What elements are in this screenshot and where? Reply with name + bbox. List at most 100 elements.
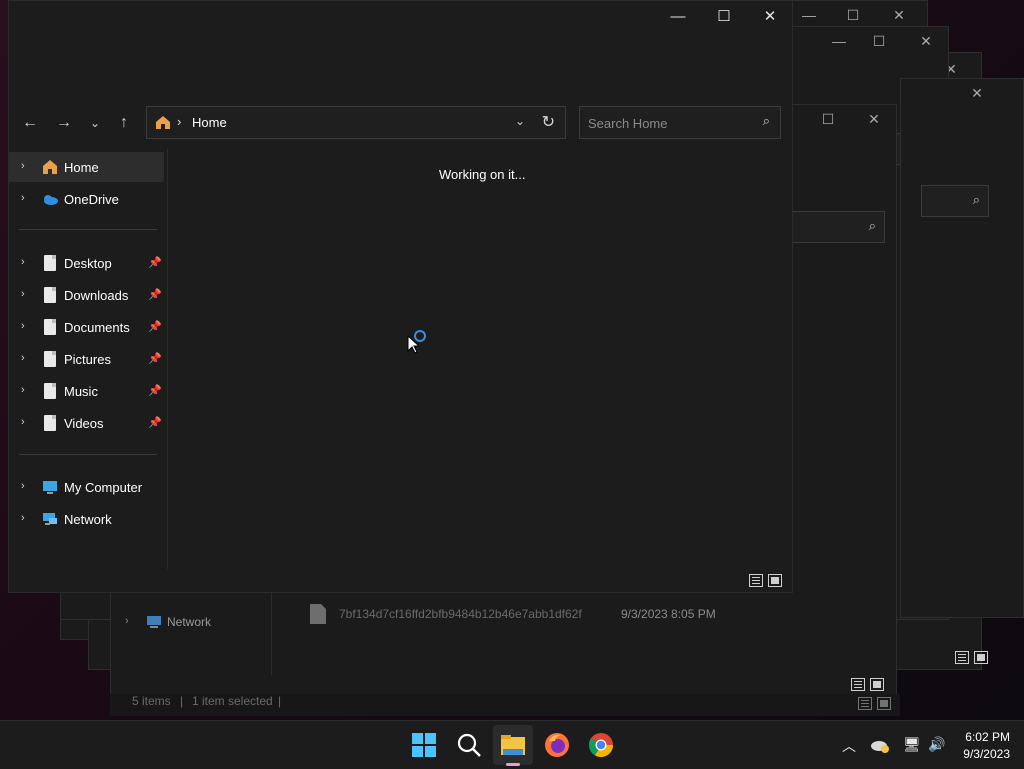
sidebar-item-videos[interactable]: › Videos 📌 xyxy=(9,408,164,438)
close-icon[interactable]: ✕ xyxy=(916,33,936,50)
chevron-right-icon[interactable]: › xyxy=(21,384,25,396)
tiles-view-icon[interactable] xyxy=(974,651,988,664)
maximize-icon[interactable]: ☐ xyxy=(843,7,863,24)
chevron-right-icon[interactable]: › xyxy=(21,192,25,204)
search-icon[interactable] xyxy=(455,731,483,759)
sidebar-item-label: Network xyxy=(64,512,112,527)
sidebar-item-network[interactable]: › Network xyxy=(9,504,164,534)
volume-icon[interactable]: 🔊 xyxy=(928,736,945,753)
onedrive-warning-icon[interactable] xyxy=(870,737,890,753)
sidebar-item-onedrive[interactable]: › OneDrive xyxy=(9,184,164,214)
close-icon[interactable]: ✕ xyxy=(967,85,987,102)
sidebar-divider xyxy=(19,229,157,230)
chevron-right-icon[interactable]: › xyxy=(21,480,25,492)
network-icon xyxy=(147,616,161,628)
taskbar: ︿ 🖥 🔊 6:02 PM 9/3/2023 xyxy=(0,720,1024,769)
tiles-view-icon[interactable] xyxy=(870,678,884,691)
view-buttons xyxy=(851,678,884,691)
background-window-1b: ✕ ⌕ xyxy=(900,78,1024,618)
chevron-right-icon[interactable]: › xyxy=(125,615,129,627)
pin-icon[interactable]: 📌 xyxy=(148,384,162,397)
chevron-right-icon[interactable]: › xyxy=(21,352,25,364)
pin-icon[interactable]: 📌 xyxy=(148,256,162,269)
tiles-view-icon[interactable] xyxy=(877,697,891,710)
network-label[interactable]: Network xyxy=(167,615,211,629)
chrome-icon[interactable] xyxy=(587,731,615,759)
pin-icon[interactable]: 📌 xyxy=(148,352,162,365)
chevron-right-icon[interactable]: › xyxy=(21,160,25,172)
loading-status-text: Working on it... xyxy=(439,167,526,182)
computer-icon xyxy=(43,481,57,494)
sidebar-item-home[interactable]: › Home xyxy=(9,152,164,182)
sidebar-item-label: Pictures xyxy=(64,352,111,367)
sidebar-item-label: Desktop xyxy=(64,256,112,271)
sidebar-item-label: Documents xyxy=(64,320,130,335)
firefox-icon[interactable] xyxy=(543,731,571,759)
view-buttons xyxy=(955,651,988,664)
view-buttons xyxy=(749,574,782,587)
sidebar-item-my-computer[interactable]: › My Computer xyxy=(9,472,164,502)
details-view-icon[interactable] xyxy=(749,574,763,587)
maximize-button[interactable]: ☐ xyxy=(701,5,747,29)
search-box[interactable]: ⌕ xyxy=(579,106,781,139)
chevron-right-icon[interactable]: › xyxy=(21,256,25,268)
sidebar-item-label: Music xyxy=(64,384,98,399)
clock-time[interactable]: 6:02 PM xyxy=(965,730,1010,744)
active-app-indicator xyxy=(506,763,520,766)
pin-icon[interactable]: 📌 xyxy=(148,288,162,301)
forward-button[interactable]: → xyxy=(53,113,75,135)
sidebar-item-label: Downloads xyxy=(64,288,129,303)
up-button[interactable]: ↑ xyxy=(113,113,135,135)
chevron-right-icon[interactable]: › xyxy=(21,416,25,428)
sidebar-item-pictures[interactable]: › Pictures 📌 xyxy=(9,344,164,374)
details-view-icon[interactable] xyxy=(858,697,872,710)
home-icon xyxy=(43,160,57,174)
close-icon[interactable]: ✕ xyxy=(864,111,884,128)
minimize-icon[interactable]: — xyxy=(799,7,819,23)
title-bar[interactable]: — ☐ ✕ xyxy=(9,1,792,33)
background-status-bar: 5 items | 1 item selected | xyxy=(110,694,900,716)
chevron-right-icon[interactable]: › xyxy=(21,320,25,332)
chevron-right-icon[interactable]: › xyxy=(21,288,25,300)
minimize-icon[interactable]: — xyxy=(829,33,849,49)
chevron-up-icon[interactable]: ︿ xyxy=(842,736,856,756)
clock-date[interactable]: 9/3/2023 xyxy=(963,747,1010,761)
minimize-button[interactable]: — xyxy=(655,5,701,29)
document-icon xyxy=(44,319,56,335)
mouse-cursor-icon xyxy=(407,335,419,354)
start-icon[interactable] xyxy=(410,731,438,759)
status-separator: | xyxy=(180,694,184,708)
sidebar-item-label: My Computer xyxy=(64,480,143,495)
pin-icon[interactable]: 📌 xyxy=(148,416,162,429)
recent-locations-button[interactable]: ⌄ xyxy=(84,113,106,135)
sidebar-item-downloads[interactable]: › Downloads 📌 xyxy=(9,280,164,310)
sidebar-item-label: Home xyxy=(64,160,99,175)
maximize-icon[interactable]: ☐ xyxy=(818,111,838,128)
sidebar-item-desktop[interactable]: › Desktop 📌 xyxy=(9,248,164,278)
file-explorer-icon[interactable] xyxy=(499,731,527,759)
pin-icon[interactable]: 📌 xyxy=(148,320,162,333)
breadcrumb-home[interactable]: Home xyxy=(192,115,227,130)
back-button[interactable]: ← xyxy=(19,113,41,135)
network-status-icon[interactable]: 🖥 xyxy=(903,736,921,753)
address-bar[interactable]: › Home ⌄ ↻ xyxy=(146,106,566,139)
details-view-icon[interactable] xyxy=(955,651,969,664)
file-name[interactable]: 7bf134d7cf16ffd2bfb9484b12b46e7abb1df62f xyxy=(339,607,582,621)
refresh-icon[interactable]: ↻ xyxy=(542,112,555,132)
details-view-icon[interactable] xyxy=(851,678,865,691)
chevron-right-icon[interactable]: › xyxy=(21,512,25,524)
search-icon: ⌕ xyxy=(868,218,876,233)
cloud-icon xyxy=(44,195,58,205)
search-box[interactable]: ⌕ xyxy=(921,185,989,217)
address-dropdown-icon[interactable]: ⌄ xyxy=(515,114,525,128)
document-icon xyxy=(44,351,56,367)
maximize-icon[interactable]: ☐ xyxy=(869,33,889,50)
sidebar-item-music[interactable]: › Music 📌 xyxy=(9,376,164,406)
close-icon[interactable]: ✕ xyxy=(889,7,909,24)
close-button[interactable]: ✕ xyxy=(747,5,793,29)
search-input[interactable] xyxy=(586,113,750,133)
sidebar-item-documents[interactable]: › Documents 📌 xyxy=(9,312,164,342)
tiles-view-icon[interactable] xyxy=(768,574,782,587)
sidebar-item-label: Videos xyxy=(64,416,104,431)
search-box[interactable]: ⌕ xyxy=(781,211,885,243)
